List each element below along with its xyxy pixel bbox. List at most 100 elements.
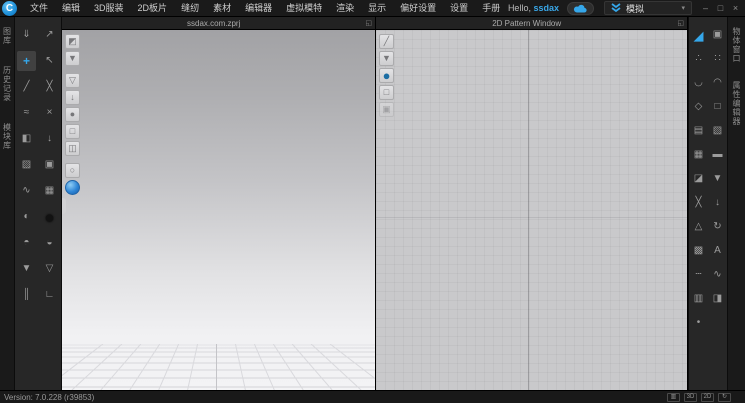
menu-item-virtual-avatar[interactable]: 虚拟模特 <box>279 0 329 17</box>
tool-texture[interactable]: ▦ <box>38 181 61 201</box>
undock-icon[interactable]: ◱ <box>365 19 375 27</box>
tool-measure-dash[interactable]: ┄ <box>689 265 708 285</box>
tool-globe[interactable] <box>65 180 80 195</box>
close-button[interactable]: × <box>728 0 743 17</box>
tool-fabric-swatch[interactable]: ▩ <box>689 241 708 261</box>
window-2d-titlebar[interactable]: 2D Pattern Window ◱ <box>376 17 687 30</box>
tool-pin-garment[interactable]: ↓ <box>65 90 80 105</box>
maximize-button[interactable]: □ <box>713 0 728 17</box>
tool-unfold-cross[interactable]: ╳ <box>689 193 708 213</box>
tool-mannequin[interactable]: • <box>689 313 708 333</box>
tool-texture-sphere[interactable]: ● <box>379 68 394 83</box>
tool-glasses-display[interactable]: ◒ <box>38 233 61 253</box>
tool-pants-display[interactable]: ║ <box>15 285 38 305</box>
tool-select-move[interactable]: + <box>17 51 36 71</box>
tool-pin-tack[interactable]: ↓ <box>38 129 61 149</box>
username-link[interactable]: ssdax <box>533 3 559 13</box>
tool-brush[interactable]: ◐ <box>15 207 38 227</box>
menu-item-preferences[interactable]: 偏好设置 <box>393 0 443 17</box>
tool-avatar-move[interactable]: ↗ <box>38 25 61 45</box>
tool-rectangle[interactable]: □ <box>708 97 727 117</box>
tool-paper-disabled[interactable]: ▣ <box>379 102 394 117</box>
menu-item-sewing[interactable]: 缝纫 <box>174 0 206 17</box>
menu-item-file[interactable]: 文件 <box>23 0 55 17</box>
tool-paper[interactable]: □ <box>379 85 394 100</box>
tool-tshirt-pin[interactable]: ▼ <box>379 51 394 66</box>
tool-tshirt[interactable]: ▼ <box>708 169 727 189</box>
dock-tab-property-editor[interactable]: 属性编辑器 <box>731 81 742 131</box>
dock-tab-history[interactable]: 历史记录 <box>2 66 13 107</box>
viewport-3d[interactable]: ◩ ▼ ▽ ↓ ● □ ◫ ○ <box>62 30 375 390</box>
tool-seam-grid[interactable]: ▦ <box>689 145 708 165</box>
tool-show-avatar[interactable]: ● <box>65 107 80 122</box>
dock-tab-object-browser[interactable]: 物体窗口 <box>731 27 742 68</box>
menu-item-3d-garment[interactable]: 3D服装 <box>87 0 131 17</box>
tool-show-garment-texture[interactable]: ▽ <box>65 73 80 88</box>
status-button-layout-windows[interactable]: ▥ <box>667 393 680 402</box>
minimize-button[interactable]: – <box>698 0 713 17</box>
tool-wind[interactable]: ∿ <box>15 181 38 201</box>
tool-dress-display[interactable]: ▽ <box>38 259 61 279</box>
tool-show-plane[interactable]: □ <box>65 124 80 139</box>
status-button-reset-layout[interactable]: ↻ <box>718 393 731 402</box>
tool-trace[interactable]: ▧ <box>708 121 727 141</box>
viewport-2d[interactable]: ╱ ▼ ● □ ▣ <box>376 30 687 390</box>
tool-hat-display[interactable]: ◓ <box>15 233 38 253</box>
tool-avatar-pose[interactable]: ↖ <box>38 51 61 71</box>
tool-weave[interactable]: ▥ <box>689 289 708 309</box>
window-3d-titlebar[interactable]: ssdax.com.zprj ◱ <box>62 17 375 30</box>
app-logo-icon[interactable]: C <box>2 1 17 16</box>
tool-add-point[interactable]: ∷ <box>708 49 727 69</box>
tool-pen[interactable]: ╱ <box>15 77 38 97</box>
tool-sewing-edit[interactable]: ╳ <box>38 77 61 97</box>
tool-segment-sewing[interactable]: ≈ <box>15 103 38 123</box>
tool-dart-triangle[interactable]: △ <box>689 217 708 237</box>
toolbar-handle[interactable] <box>62 198 66 214</box>
tool-show-pattern[interactable]: ◪ <box>689 169 708 189</box>
tool-fabric-roll[interactable]: ◨ <box>708 289 727 309</box>
tool-zigzag-stitch[interactable]: ∿ <box>708 265 727 285</box>
tool-polygon[interactable]: ◇ <box>689 97 708 117</box>
tool-fold-arrange[interactable]: ◧ <box>15 129 38 149</box>
menu-item-settings[interactable]: 设置 <box>443 0 475 17</box>
menu-item-editor[interactable]: 编辑器 <box>238 0 279 17</box>
menu-item-material[interactable]: 素材 <box>206 0 238 17</box>
tool-show-trim[interactable]: ◫ <box>65 141 80 156</box>
tool-pen-2dwin[interactable]: ╱ <box>379 34 394 49</box>
tool-show-light[interactable]: ○ <box>65 163 80 178</box>
undock-icon[interactable]: ◱ <box>677 19 687 27</box>
tool-free-sewing[interactable]: × <box>38 103 61 123</box>
tool-transform-box[interactable]: ▣ <box>708 25 727 45</box>
menu-item-display[interactable]: 显示 <box>361 0 393 17</box>
dock-tab-label: 属性编辑器 <box>731 81 742 126</box>
simulate-dropdown-caret-icon[interactable]: ▾ <box>681 4 685 12</box>
menu-item-2d-pattern[interactable]: 2D板片 <box>131 0 175 17</box>
dock-tab-modular[interactable]: 模块库 <box>2 123 13 155</box>
tool-simulate[interactable]: ⇓ <box>15 25 38 45</box>
tool-avatar-head[interactable]: ● <box>38 207 61 227</box>
tool-transform-pattern[interactable]: ◢ <box>689 25 708 45</box>
tool-text-tool[interactable]: A <box>708 241 727 261</box>
status-button-layout-3d[interactable]: 3D <box>684 393 697 402</box>
tool-curve-point[interactable]: ◠ <box>708 73 727 93</box>
status-button-layout-2d[interactable]: 2D <box>701 393 714 402</box>
dock-tab-library[interactable]: 图库 <box>2 27 13 50</box>
tool-show-garment[interactable]: ▼ <box>65 51 80 66</box>
fabric-roll-icon: ◨ <box>713 294 722 304</box>
menu-item-render[interactable]: 渲染 <box>329 0 361 17</box>
simulate-button[interactable]: 模拟 ▾ <box>604 1 692 15</box>
tool-edit-curve[interactable]: ◡ <box>689 73 708 93</box>
tool-spiral[interactable]: ↻ <box>708 217 727 237</box>
tool-shoes-display[interactable]: ∟ <box>38 285 61 305</box>
tool-layer-clone[interactable]: ▤ <box>689 121 708 141</box>
tool-edit-point[interactable]: ∴ <box>689 49 708 69</box>
tool-solidify[interactable]: ▨ <box>15 155 38 175</box>
tool-pin-2d[interactable]: ↓ <box>708 193 727 213</box>
menu-item-edit[interactable]: 编辑 <box>55 0 87 17</box>
tool-export-box[interactable]: ▬ <box>708 145 727 165</box>
menu-item-manual[interactable]: 手册 <box>475 0 507 17</box>
tool-reset-arrangement[interactable]: ◩ <box>65 34 80 49</box>
tool-grading[interactable]: ▣ <box>38 155 61 175</box>
cloud-sync-button[interactable] <box>567 2 594 15</box>
tool-shirt-display[interactable]: ▼ <box>15 259 38 279</box>
